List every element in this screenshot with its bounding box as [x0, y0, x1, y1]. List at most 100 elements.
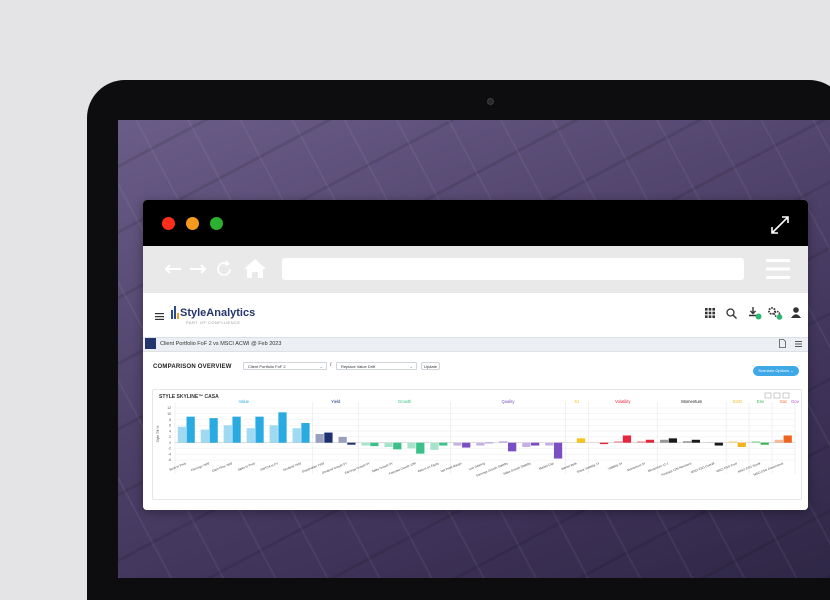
- portfolio-select-value: Client Portfolio FoF 2: [248, 364, 286, 369]
- apps-grid-icon[interactable]: [705, 308, 715, 318]
- download-icon[interactable]: [748, 306, 762, 320]
- breadcrumb: Client Portfolio FoF 2 vs MSCI ACWI @ Fe…: [143, 337, 808, 352]
- x-tick-label: Volatility 3Y: [607, 461, 623, 471]
- x-tick-label: Cash Flow Yield: [211, 461, 233, 473]
- scenario-options-label: Scenario Options: [758, 368, 789, 373]
- url-text: https://www.confluence.com: [322, 263, 446, 274]
- settings-gears-icon[interactable]: [767, 306, 783, 320]
- list-menu-icon[interactable]: [795, 341, 802, 347]
- bar-portfolio: [784, 435, 792, 442]
- y-tick-label: 8: [169, 418, 171, 422]
- bar-benchmark: [316, 434, 324, 443]
- breadcrumb-text: Client Portfolio FoF 2 vs MSCI ACWI @ Fe…: [160, 341, 281, 347]
- bar-benchmark: [384, 443, 392, 447]
- x-tick-label: Momentum 3Y: [627, 461, 647, 472]
- bar-benchmark: [270, 425, 278, 442]
- app-search-icon[interactable]: [726, 308, 737, 319]
- reload-icon[interactable]: [215, 260, 233, 278]
- x-tick-label: Book to Price: [169, 461, 187, 472]
- back-arrow-icon[interactable]: [164, 264, 182, 274]
- bar-portfolio: [738, 443, 746, 447]
- x-tick-label: MSCI ESG Overall: [690, 461, 715, 474]
- bar-benchmark: [499, 441, 507, 442]
- x-tick-label: Sales to Price: [237, 461, 256, 472]
- hamburger-menu-icon[interactable]: [766, 258, 790, 280]
- y-tick-label: -4: [168, 452, 171, 456]
- portfolio-select[interactable]: Client Portfolio FoF 2⌄: [243, 362, 327, 370]
- bar-portfolio: [623, 435, 631, 442]
- style-skyline-chart: 121086420-2-4-6Style Tilt %ValueYieldGro…: [153, 390, 801, 499]
- bar-portfolio: [301, 423, 309, 443]
- bar-benchmark: [453, 443, 461, 446]
- x-tick-label: Market Beta: [561, 461, 578, 471]
- group-header: Quality: [501, 399, 515, 404]
- minimize-window-button[interactable]: [186, 217, 199, 230]
- comparison-select[interactable]: Replace Value Drift⌄: [336, 362, 417, 370]
- address-bar[interactable]: https://www.confluence.com: [282, 258, 744, 280]
- group-header: Env: [757, 399, 765, 404]
- bar-portfolio: [232, 417, 240, 443]
- bar-portfolio: [600, 443, 608, 444]
- bar-benchmark: [637, 441, 645, 442]
- bar-benchmark: [683, 441, 691, 442]
- user-icon[interactable]: [791, 307, 801, 318]
- y-tick-label: -2: [168, 447, 171, 451]
- browser-toolbar: https://www.confluence.com: [143, 246, 808, 293]
- bar-benchmark: [338, 437, 346, 443]
- y-tick-label: 0: [169, 441, 171, 445]
- portfolio-thumbnail: [145, 338, 156, 349]
- group-header: ESG: [733, 399, 742, 404]
- search-icon: [295, 262, 309, 276]
- x-tick-label: MSCI ESG Envir: [716, 461, 738, 473]
- bar-benchmark: [476, 443, 484, 446]
- bar-portfolio: [347, 443, 355, 445]
- maximize-window-button[interactable]: [210, 217, 223, 230]
- comparison-select-value: Replace Value Drift: [341, 364, 375, 369]
- document-icon[interactable]: [779, 339, 786, 348]
- bar-portfolio: [508, 443, 516, 452]
- bar-portfolio: [761, 443, 769, 445]
- group-header: Gov: [791, 399, 800, 404]
- y-tick-label: 12: [167, 406, 171, 410]
- y-tick-label: 10: [167, 412, 171, 416]
- group-header: Sz: [574, 399, 579, 404]
- brand-name: StyleAnalytics: [180, 307, 255, 319]
- bar-benchmark: [752, 441, 760, 442]
- brand-subtitle: PART OF CONFLUENCE: [186, 320, 241, 325]
- webcam: [487, 98, 494, 105]
- select-separator: /: [330, 362, 331, 368]
- forward-arrow-icon[interactable]: [189, 264, 207, 274]
- bar-benchmark: [293, 428, 301, 442]
- bar-benchmark: [775, 440, 783, 443]
- group-header: Volatility: [615, 399, 631, 404]
- x-tick-label: Earnings Yield: [191, 461, 211, 472]
- heart-icon[interactable]: [713, 263, 727, 275]
- home-icon[interactable]: [243, 258, 267, 279]
- brand-logo[interactable]: StyleAnalytics: [180, 307, 255, 319]
- bar-portfolio: [278, 412, 286, 442]
- x-tick-label: Low Gearing: [468, 461, 486, 471]
- y-tick-label: 6: [169, 424, 171, 428]
- scenario-options-button[interactable]: Scenario Options ⌄: [753, 366, 799, 376]
- app-menu-icon[interactable]: [155, 313, 164, 320]
- bar-benchmark: [522, 443, 530, 447]
- x-tick-label: Market Cap: [538, 461, 554, 471]
- x-tick-label: Earnings Growth 5Y: [344, 461, 370, 475]
- bar-portfolio: [370, 443, 378, 446]
- bar-portfolio: [669, 438, 677, 442]
- close-window-button[interactable]: [162, 217, 175, 230]
- bar-benchmark: [224, 425, 232, 442]
- bar-benchmark: [545, 443, 553, 446]
- y-tick-label: 4: [169, 429, 171, 433]
- bar-portfolio: [485, 443, 493, 444]
- update-button[interactable]: Update: [421, 362, 440, 370]
- bar-benchmark: [247, 428, 255, 442]
- x-tick-label: Dividend Growth 5Y: [321, 461, 347, 475]
- group-header: Yield: [331, 399, 341, 404]
- bar-portfolio: [187, 417, 195, 443]
- y-tick-label: -6: [168, 458, 171, 462]
- expand-icon[interactable]: [769, 214, 791, 236]
- y-tick-label: 2: [169, 435, 171, 439]
- bar-portfolio: [531, 443, 539, 446]
- bar-portfolio: [577, 438, 585, 442]
